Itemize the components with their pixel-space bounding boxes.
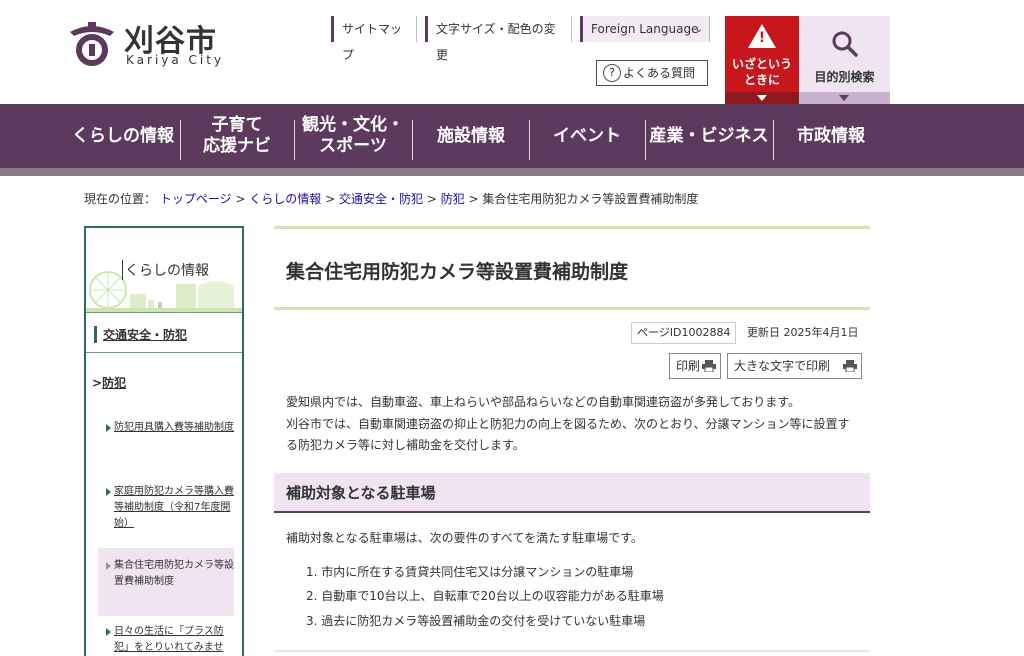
gnav-item-living[interactable]: くらしの情報: [66, 104, 180, 168]
sidebar-item-apartment-camera[interactable]: 集合住宅用防犯カメラ等設置費補助制度: [98, 548, 234, 616]
sidebar-divider: [86, 312, 242, 313]
gnav-item-facilities[interactable]: 施設情報: [413, 104, 529, 168]
section-lead: 補助対象となる駐車場は、次の要件のすべてを満たす駐車場です。: [286, 531, 643, 545]
emergency-button[interactable]: ! いざという ときに: [725, 16, 799, 104]
emergency-expand: [725, 92, 799, 104]
purpose-search-button[interactable]: 目的別検索: [799, 16, 890, 104]
question-icon: ?: [603, 64, 621, 82]
search-icon: [832, 31, 858, 57]
sidebar-header[interactable]: くらしの情報: [86, 228, 242, 314]
updated-date: 更新日 2025年4月1日: [747, 326, 859, 339]
print-button[interactable]: 印刷: [669, 353, 721, 379]
printer-icon: [702, 360, 716, 372]
sidebar-divider: [86, 352, 242, 353]
triangle-bullet-icon: [106, 424, 111, 432]
printer-icon: [843, 360, 857, 372]
sidebar-category-link[interactable]: 交通安全・防犯: [94, 326, 187, 343]
emergency-label-line2: ときに: [743, 73, 780, 87]
sidebar-item-crime-goods[interactable]: 防犯用具購入費等補助制度: [98, 420, 234, 456]
breadcrumb-link-crime[interactable]: 防犯: [441, 192, 465, 206]
breadcrumb-link-top[interactable]: トップページ: [160, 192, 232, 206]
breadcrumb-prefix: 現在の位置：: [84, 192, 157, 206]
site-logo[interactable]: 刈谷市 Kariya City: [66, 14, 226, 70]
main-content: 集合住宅用防犯カメラ等設置費補助制度 ページID1002884 更新日 2025…: [274, 226, 870, 656]
chevron-down-icon: ⌄: [694, 24, 703, 35]
intro-paragraph-1: 愛知県内では、自動車盗、車上ねらいや部品ねらいなどの自動車関連窃盗が多発しており…: [286, 395, 801, 409]
breadcrumb-link-traffic[interactable]: 交通安全・防犯: [339, 192, 423, 206]
intro-paragraph-2: 刈谷市では、自動車関連窃盗の抑止と防犯力の向上を図るため、次のとおり、分譲マンシ…: [286, 417, 850, 452]
foreign-language-select[interactable]: Foreign Language ⌄: [580, 16, 710, 42]
title-box: 集合住宅用防犯カメラ等設置費補助制度: [274, 226, 870, 310]
chevron-right-icon: >: [92, 376, 103, 390]
faq-label: よくある質問: [623, 66, 696, 80]
sidebar-title: くらしの情報: [122, 260, 209, 280]
global-nav: くらしの情報 子育て 応援ナビ 観光・文化・ スポーツ 施設情報 イベント 産業・ビ…: [0, 104, 1024, 168]
purpose-search-label: 目的別検索: [814, 70, 875, 84]
requirement-item: 2. 自動車で10台以上、自転車で20台以上の収容能力がある駐車場: [306, 589, 664, 603]
text-size-color-link[interactable]: 文字サイズ・配色の変更: [425, 16, 572, 62]
gnav-item-tourism[interactable]: 観光・文化・ スポーツ: [295, 104, 411, 168]
print-large-text-button[interactable]: 大きな文字で印刷: [727, 353, 862, 379]
faq-button[interactable]: ? よくある質問: [596, 60, 708, 86]
city-emblem-icon: [70, 22, 114, 66]
sitemap-link[interactable]: サイトマップ: [331, 16, 417, 62]
gnav-item-events[interactable]: イベント: [530, 104, 644, 168]
page-title: 集合住宅用防犯カメラ等設置費補助制度: [286, 261, 629, 283]
triangle-bullet-icon: [106, 488, 111, 496]
sidebar-item-plus-crime[interactable]: 日々の生活に「プラス防犯」をとりいれてみませ: [98, 624, 234, 656]
gnav-item-childcare[interactable]: 子育て 応援ナビ: [181, 104, 293, 168]
page-id: ページID1002884: [631, 322, 737, 344]
nav-stripe: [0, 168, 1024, 176]
gnav-item-business[interactable]: 産業・ビジネス: [646, 104, 772, 168]
site-header: 刈谷市 Kariya City サイトマップ 文字サイズ・配色の変更 Forei…: [0, 0, 1024, 104]
section-heading-text: 補助対象となる駐車場: [286, 484, 436, 502]
requirement-item: 1. 市内に所在する賃貸共同住宅又は分譲マンションの駐車場: [306, 565, 634, 579]
purpose-expand: [799, 92, 890, 104]
triangle-bullet-icon: [106, 562, 111, 570]
caret-down-icon: [839, 95, 849, 101]
sidebar-subcategory-link[interactable]: >防犯: [92, 374, 126, 391]
breadcrumb-link-living[interactable]: くらしの情報: [249, 192, 321, 206]
triangle-bullet-icon: [106, 628, 111, 636]
emergency-label-line1: いざという: [731, 57, 792, 71]
warning-icon-mark: !: [758, 30, 766, 46]
breadcrumb-current: 集合住宅用防犯カメラ等設置費補助制度: [482, 192, 699, 206]
section-heading: 補助対象となる駐車場: [274, 473, 870, 513]
foreign-language-label: Foreign Language: [591, 22, 699, 36]
requirement-item: 3. 過去に防犯カメラ等設置補助金の交付を受けていない駐車場: [306, 614, 646, 628]
caret-down-icon: [757, 95, 767, 101]
sidebar: くらしの情報 交通安全・防犯 >防犯 防犯用具購入費等補助制度 家庭用防犯カメラ…: [84, 226, 244, 656]
logo-subtitle: Kariya City: [126, 53, 225, 67]
breadcrumb: 現在の位置： トップページ > くらしの情報 > 交通安全・防犯 > 防犯 > …: [84, 192, 699, 206]
sidebar-item-home-camera[interactable]: 家庭用防犯カメラ等購入費等補助制度（令和7年度開始）: [98, 484, 234, 532]
gnav-item-city-info[interactable]: 市政情報: [774, 104, 888, 168]
